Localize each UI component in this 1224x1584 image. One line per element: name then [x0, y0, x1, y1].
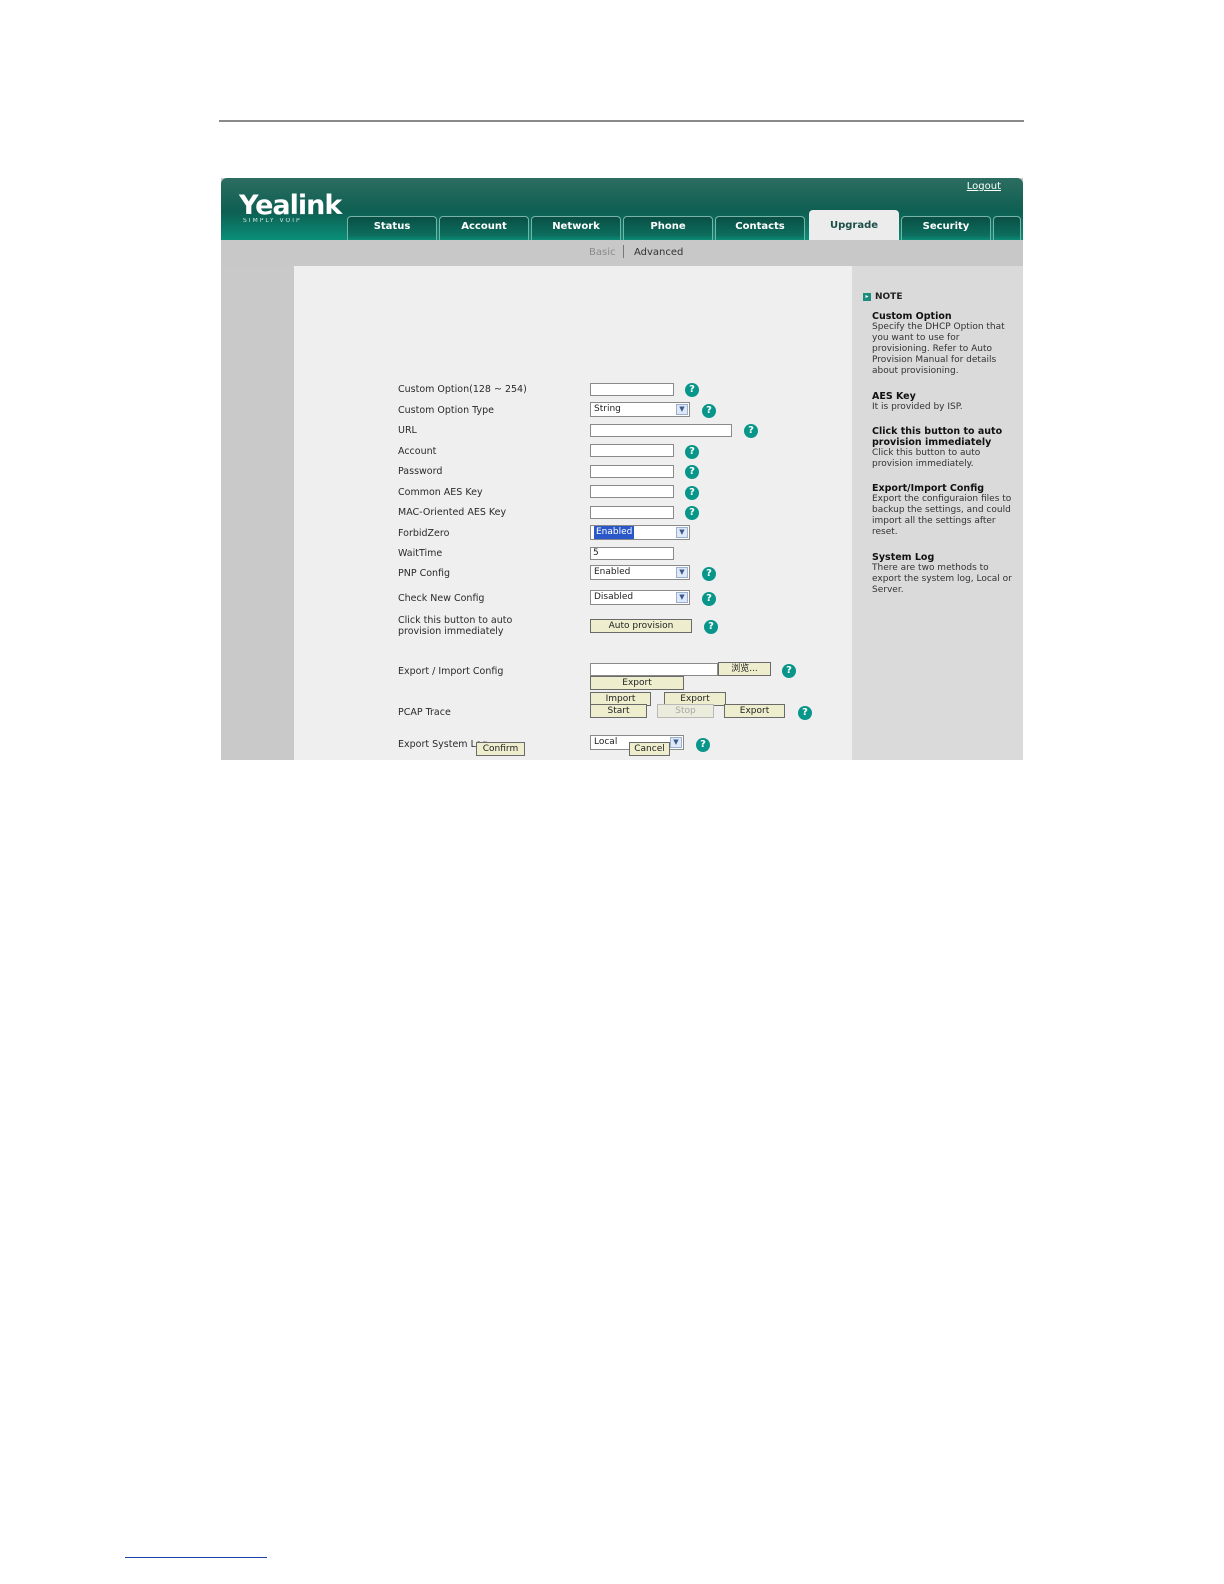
note-heading: AES Key: [872, 391, 916, 402]
top-header: Yealink SIMPLY VOIP Logout Status Accoun…: [221, 178, 1023, 240]
custom-option-label: Custom Option(128 ~ 254): [398, 384, 527, 395]
url-input[interactable]: [590, 424, 732, 437]
help-icon[interactable]: ?: [704, 620, 718, 634]
chevron-down-icon: ▼: [670, 737, 682, 748]
custom-option-type-label: Custom Option Type: [398, 405, 494, 416]
export-log-button[interactable]: Export: [590, 676, 684, 690]
help-icon[interactable]: ?: [782, 664, 796, 678]
account-input[interactable]: [590, 444, 674, 457]
mac-aes-key-input[interactable]: [590, 506, 674, 519]
left-gutter: [221, 266, 294, 760]
pcap-trace-label: PCAP Trace: [398, 707, 451, 718]
pcap-stop-button[interactable]: Stop: [657, 704, 714, 718]
help-icon[interactable]: ?: [685, 383, 699, 397]
pcap-start-button[interactable]: Start: [590, 704, 647, 718]
pcap-export-button[interactable]: Export: [724, 704, 785, 718]
note-icon: ▸: [863, 293, 871, 301]
password-input[interactable]: [590, 465, 674, 478]
forbidzero-select[interactable]: Enabled ▼: [590, 525, 690, 540]
export-log-value: Local: [594, 737, 618, 747]
settings-form: Custom Option(128 ~ 254) ? Custom Option…: [294, 266, 852, 760]
tab-status[interactable]: Status: [347, 216, 437, 240]
subnav-divider: [623, 245, 624, 258]
auto-provision-label: Click this button to auto provision imme…: [398, 615, 513, 637]
note-heading: Custom Option: [872, 311, 952, 322]
footer-link-underline: [125, 1557, 267, 1558]
help-icon[interactable]: ?: [685, 445, 699, 459]
note-text: It is provided by ISP.: [872, 402, 963, 412]
help-icon[interactable]: ?: [702, 567, 716, 581]
subnav-basic[interactable]: Basic: [589, 247, 615, 258]
custom-option-input[interactable]: [590, 383, 674, 396]
help-icon[interactable]: ?: [744, 424, 758, 438]
note-aes-key: AES Key It is provided by ISP.: [872, 391, 1016, 413]
brand-logo: Yealink: [239, 190, 342, 221]
page-header-rule: [219, 120, 1024, 122]
note-text: Export the configuraion files to backup …: [872, 494, 1012, 537]
common-aes-key-label: Common AES Key: [398, 487, 483, 498]
pnp-config-select[interactable]: Enabled ▼: [590, 565, 690, 580]
mac-aes-key-label: MAC-Oriented AES Key: [398, 507, 507, 518]
note-text: Click this button to auto provision imme…: [872, 448, 981, 469]
common-aes-key-input[interactable]: [590, 485, 674, 498]
tab-upgrade[interactable]: Upgrade: [809, 210, 899, 240]
note-system-log: System Log There are two methods to expo…: [872, 552, 1016, 596]
chevron-down-icon: ▼: [676, 567, 688, 578]
cancel-button[interactable]: Cancel: [629, 742, 670, 756]
note-text: There are two methods to export the syst…: [872, 563, 1012, 595]
confirm-button[interactable]: Confirm: [476, 742, 525, 756]
waittime-label: WaitTime: [398, 548, 443, 559]
tab-contacts[interactable]: Contacts: [715, 216, 805, 240]
note-heading: Click this button to auto provision imme…: [872, 426, 1003, 448]
chevron-down-icon: ▼: [676, 404, 688, 415]
help-icon[interactable]: ?: [685, 506, 699, 520]
pnp-config-label: PNP Config: [398, 568, 451, 579]
auto-provision-button[interactable]: Auto provision: [590, 619, 692, 633]
chevron-down-icon: ▼: [676, 592, 688, 603]
url-label: URL: [398, 425, 417, 436]
custom-option-type-value: String: [594, 404, 621, 414]
waittime-input[interactable]: 5: [590, 547, 674, 560]
check-new-config-select[interactable]: Disabled ▼: [590, 590, 690, 605]
help-icon[interactable]: ?: [702, 404, 716, 418]
help-icon[interactable]: ?: [685, 486, 699, 500]
logout-link[interactable]: Logout: [967, 181, 1001, 192]
note-custom-option: Custom Option Specify the DHCP Option th…: [872, 311, 1016, 377]
subnav-advanced[interactable]: Advanced: [634, 247, 683, 258]
tab-overflow: [993, 216, 1021, 240]
note-panel: ▸ NOTE Custom Option Specify the DHCP Op…: [852, 266, 1023, 760]
note-export-import: Export/Import Config Export the configur…: [872, 483, 1016, 538]
note-text: Specify the DHCP Option that you want to…: [872, 322, 1005, 376]
forbidzero-value: Enabled: [594, 526, 635, 539]
web-admin-screenshot: Yealink SIMPLY VOIP Logout Status Accoun…: [221, 178, 1023, 760]
check-new-config-value: Disabled: [594, 592, 634, 602]
help-icon[interactable]: ?: [685, 465, 699, 479]
note-heading: Export/Import Config: [872, 483, 985, 494]
help-icon[interactable]: ?: [696, 738, 710, 752]
tab-account[interactable]: Account: [439, 216, 529, 240]
help-icon[interactable]: ?: [702, 592, 716, 606]
chevron-down-icon: ▼: [676, 527, 688, 538]
config-file-input[interactable]: [590, 663, 718, 676]
custom-option-type-select[interactable]: String ▼: [590, 402, 690, 417]
note-auto-provision: Click this button to auto provision imme…: [872, 426, 1016, 470]
note-title: NOTE: [875, 292, 903, 302]
tab-security[interactable]: Security: [901, 216, 991, 240]
tab-phone[interactable]: Phone: [623, 216, 713, 240]
password-label: Password: [398, 466, 443, 477]
export-system-log-label: Export System Log: [398, 739, 488, 750]
forbidzero-label: ForbidZero: [398, 528, 450, 539]
browse-button[interactable]: 浏览...: [718, 662, 771, 676]
note-heading: System Log: [872, 552, 935, 563]
help-icon[interactable]: ?: [798, 706, 812, 720]
brand-tagline: SIMPLY VOIP: [243, 218, 302, 224]
tab-network[interactable]: Network: [531, 216, 621, 240]
pnp-config-value: Enabled: [594, 567, 631, 577]
check-new-config-label: Check New Config: [398, 593, 485, 604]
export-import-label: Export / Import Config: [398, 666, 504, 677]
account-label: Account: [398, 446, 437, 457]
sub-navigation: Basic Advanced: [221, 240, 1023, 266]
